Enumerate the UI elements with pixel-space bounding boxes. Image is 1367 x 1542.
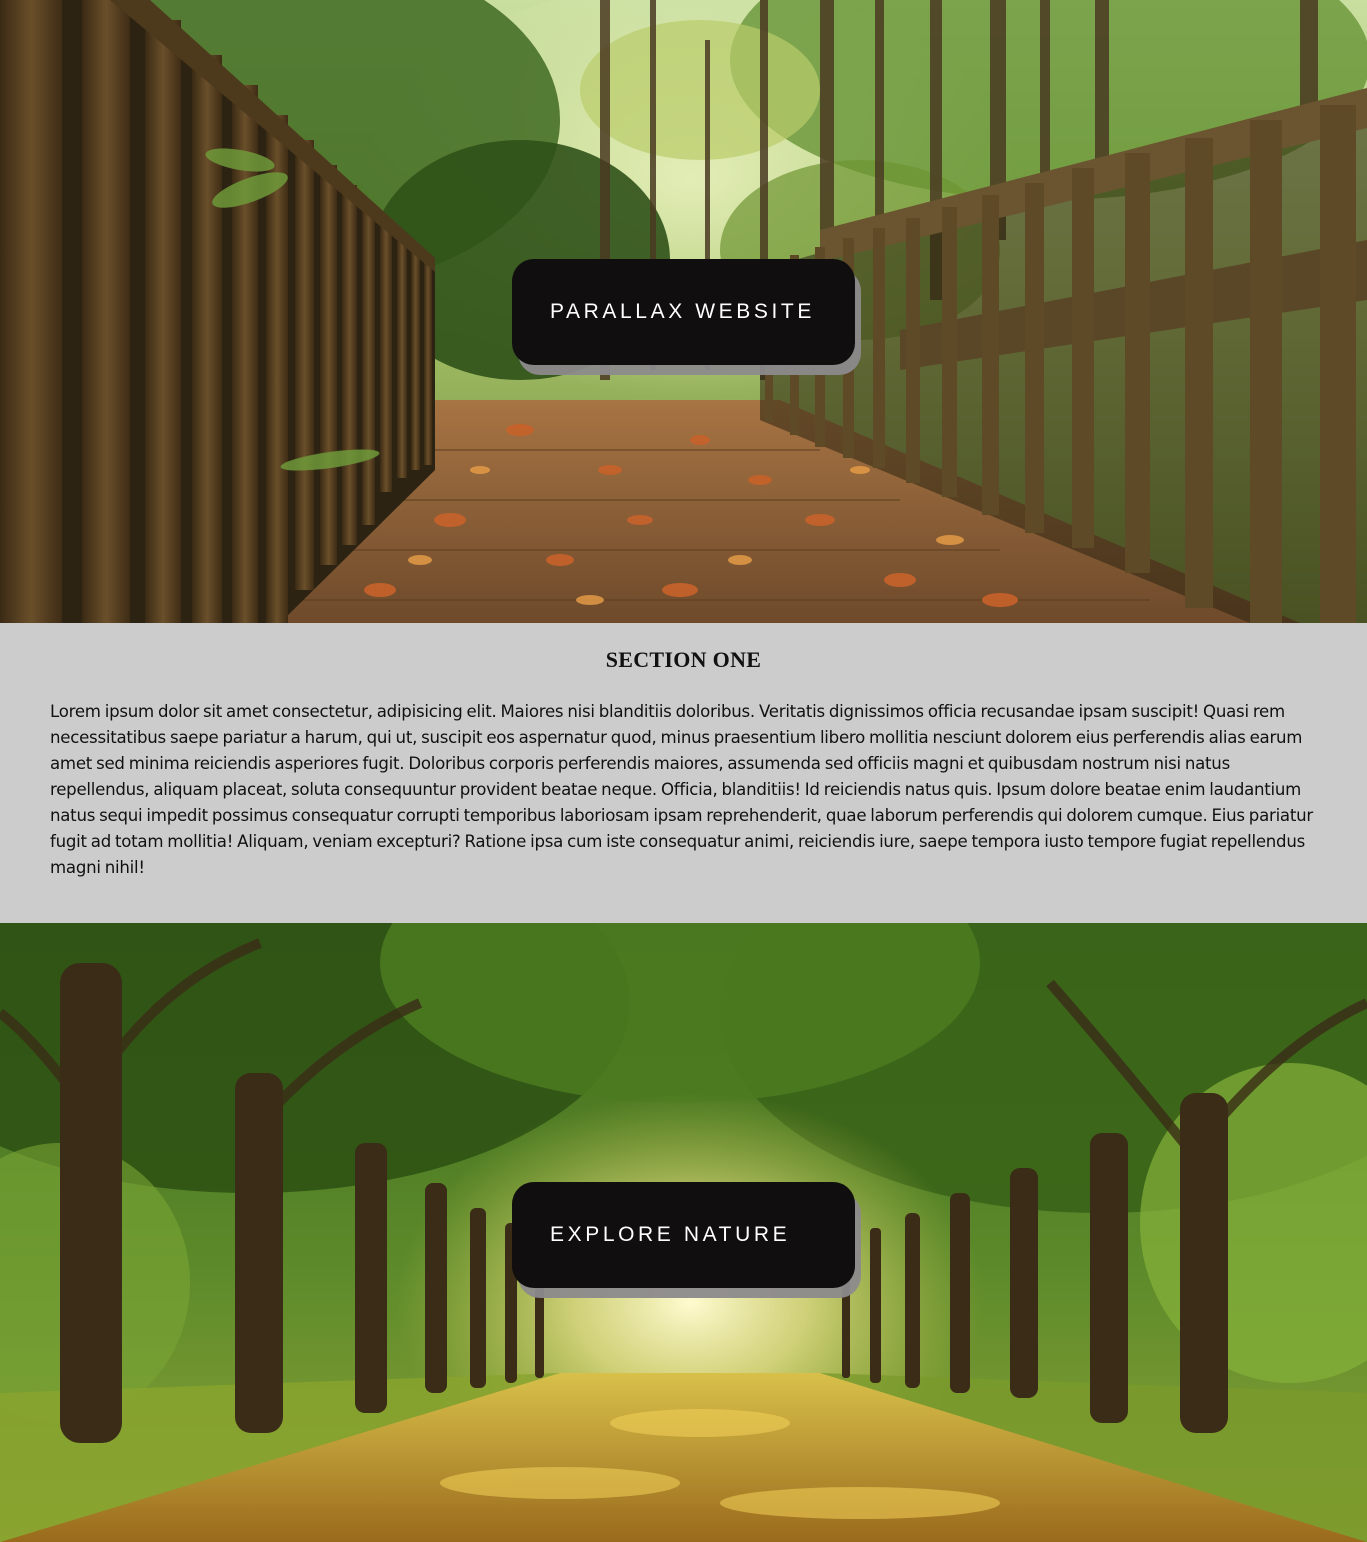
section-paragraph: Lorem ipsum dolor sit amet consectetur, … [50, 702, 1313, 877]
explore-title-box: EXPLORE NATURE [512, 1182, 855, 1288]
section-one: SECTION ONE Lorem ipsum dolor sit amet c… [0, 623, 1367, 923]
parallax-title: PARALLAX WEBSITE [550, 300, 815, 323]
section-title: SECTION ONE [605, 647, 762, 672]
parallax-title-box: PARALLAX WEBSITE [512, 259, 855, 365]
explore-title: EXPLORE NATURE [550, 1223, 791, 1246]
hero-bridge: PARALLAX WEBSITE [0, 0, 1367, 623]
hero-forest-path: EXPLORE NATURE [0, 923, 1367, 1542]
